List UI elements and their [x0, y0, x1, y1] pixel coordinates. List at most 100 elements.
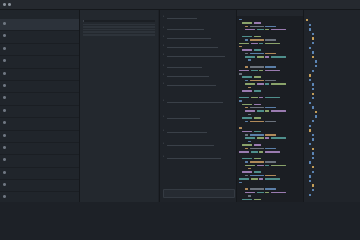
- file-explorer: [303, 10, 360, 202]
- chat-message[interactable]: ›: [163, 14, 233, 20]
- code-token: [239, 96, 249, 99]
- conversation-item[interactable]: [0, 106, 79, 119]
- conversation-item[interactable]: [0, 168, 79, 181]
- code-token: [259, 151, 263, 153]
- code-token: [256, 191, 264, 194]
- code-token: [239, 178, 249, 180]
- chat-message[interactable]: ›: [163, 128, 233, 134]
- back-icon[interactable]: [8, 3, 11, 6]
- code-token: [248, 195, 251, 197]
- tab-1[interactable]: [82, 1, 112, 8]
- code-token: [245, 110, 255, 112]
- chat-message[interactable]: ›: [163, 34, 233, 40]
- code-token: [253, 130, 261, 133]
- conversation-list-panel: [0, 10, 80, 202]
- expand-icon[interactable]: ›: [163, 14, 164, 18]
- chat-message[interactable]: ›: [163, 154, 233, 160]
- text-placeholder-line: [167, 76, 209, 78]
- tree-item[interactable]: [306, 193, 360, 198]
- code-token: [265, 174, 276, 177]
- expand-icon[interactable]: ›: [163, 141, 164, 145]
- conversation-item[interactable]: [0, 143, 79, 156]
- code-token: [253, 76, 261, 78]
- chat-bubble-icon: [3, 71, 6, 75]
- code-token: [250, 178, 258, 180]
- code-token: [242, 117, 252, 119]
- expand-icon[interactable]: ›: [163, 81, 164, 85]
- conversation-item[interactable]: [0, 81, 79, 94]
- data-table: [83, 23, 155, 37]
- conversation-item[interactable]: [0, 93, 79, 106]
- code-editor[interactable]: [236, 10, 303, 202]
- code-token: [249, 39, 264, 41]
- text-placeholder-line: [167, 67, 202, 69]
- chat-message[interactable]: ›: [163, 72, 233, 78]
- chat-message[interactable]: ›: [163, 81, 233, 87]
- expand-icon[interactable]: ›: [163, 63, 164, 67]
- chat-message[interactable]: ›: [163, 114, 233, 120]
- code-token: [245, 39, 248, 41]
- conversation-item[interactable]: [0, 118, 79, 131]
- text-placeholder-line: [167, 38, 211, 40]
- code-token: [265, 28, 269, 31]
- chat-message[interactable]: ›: [163, 141, 233, 147]
- code-token: [242, 144, 252, 146]
- code-token: [245, 106, 248, 109]
- code-token: [265, 83, 269, 85]
- chat-bubble-icon: [3, 158, 6, 162]
- code-token: [245, 147, 248, 150]
- conversation-item[interactable]: [0, 155, 79, 168]
- code-token: [270, 191, 286, 194]
- expand-icon[interactable]: ›: [163, 128, 164, 132]
- conversation-item[interactable]: [0, 56, 79, 69]
- tab-4[interactable]: [306, 1, 346, 8]
- code-token: [249, 52, 264, 55]
- conversation-item[interactable]: [0, 31, 79, 44]
- conversation-item[interactable]: [0, 44, 79, 57]
- expand-icon[interactable]: ›: [163, 43, 164, 47]
- expand-icon[interactable]: ›: [163, 114, 164, 118]
- code-token: [265, 106, 276, 109]
- code-token: [253, 144, 261, 146]
- code-token: [270, 56, 286, 58]
- code-token: [265, 137, 269, 139]
- chat-message[interactable]: ›: [163, 25, 233, 31]
- code-token: [253, 103, 261, 106]
- code-token: [264, 69, 280, 72]
- expand-icon[interactable]: ›: [163, 154, 164, 158]
- chat-bubble-icon: [3, 170, 6, 174]
- code-token: [259, 69, 263, 72]
- conversation-item[interactable]: [0, 69, 79, 81]
- conversation-item[interactable]: [0, 131, 79, 143]
- tab-3[interactable]: [238, 1, 268, 8]
- file-tree: [306, 18, 360, 197]
- code-token: [245, 161, 248, 163]
- conversation-list: [0, 19, 79, 202]
- expand-icon[interactable]: ›: [163, 72, 164, 76]
- folder-icon: [312, 55, 315, 59]
- tab-2[interactable]: [114, 1, 142, 8]
- code-token: [264, 96, 280, 99]
- chat-bubble-icon: [3, 83, 6, 87]
- conversation-item[interactable]: [0, 19, 79, 32]
- chat-message[interactable]: ›: [163, 98, 233, 104]
- expand-icon[interactable]: ›: [163, 52, 164, 56]
- code-token: [256, 28, 264, 31]
- folder-icon: [309, 129, 312, 132]
- expand-icon[interactable]: ›: [163, 34, 164, 38]
- file-icon: [312, 97, 315, 100]
- code-token: [265, 120, 276, 123]
- code-token: [249, 120, 264, 123]
- menu-icon[interactable]: [3, 3, 6, 6]
- chat-message[interactable]: ›: [163, 52, 233, 58]
- expand-icon[interactable]: ›: [163, 25, 164, 29]
- expand-icon[interactable]: ›: [163, 98, 164, 102]
- chat-message[interactable]: ›: [163, 43, 233, 49]
- chat-input[interactable]: [163, 189, 235, 198]
- conversation-item[interactable]: [0, 180, 79, 193]
- code-token: [256, 137, 264, 139]
- chat-message[interactable]: ›: [163, 63, 233, 69]
- conversation-item[interactable]: [0, 192, 79, 202]
- code-token: [239, 151, 249, 153]
- file-icon: [312, 69, 315, 72]
